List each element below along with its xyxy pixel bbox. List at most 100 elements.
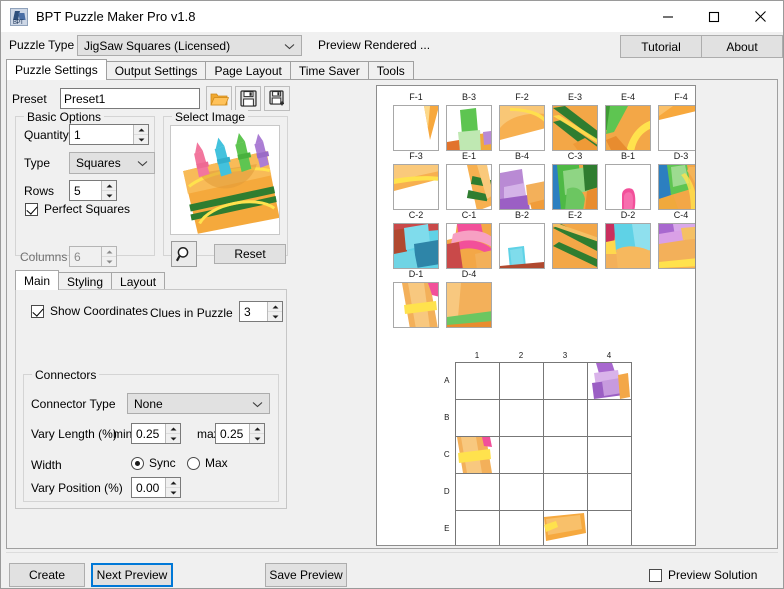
grid-cell[interactable] [455,510,499,546]
grid-cell[interactable] [543,473,587,510]
preview-solution-checkbox[interactable]: Preview Solution [649,568,757,582]
grid-cell[interactable] [587,473,631,510]
show-coordinates-checkbox[interactable]: Show Coordinates [31,304,148,318]
min-up-icon[interactable] [166,424,180,434]
save-preview-button[interactable]: Save Preview [265,563,347,587]
connector-type-select[interactable]: None [127,393,270,414]
max-arrows[interactable] [249,424,264,443]
vary-position-stepper[interactable]: 0.00 [131,477,181,498]
grid-cell[interactable] [455,399,499,436]
piece-thumbnail [658,164,696,210]
vary-length-min-value: 0.25 [132,424,165,443]
about-button[interactable]: About [701,35,783,58]
save-preset-button[interactable] [235,86,261,111]
puzzle-type-select[interactable]: JigSaw Squares (Licensed) [77,35,302,56]
tab-time-saver[interactable]: Time Saver [290,61,369,80]
max-up-icon[interactable] [250,424,264,434]
vary-position-up-icon[interactable] [166,478,180,488]
grid-cell[interactable] [455,473,499,510]
puzzle-piece[interactable]: D-1 [393,282,439,328]
width-sync-radio[interactable]: Sync [131,456,176,470]
subtab-styling[interactable]: Styling [58,272,112,290]
next-preview-button[interactable]: Next Preview [91,563,173,587]
grid-cell[interactable] [499,399,543,436]
grid-cell[interactable] [499,436,543,473]
clues-down-icon[interactable] [268,312,282,321]
tab-output-settings[interactable]: Output Settings [106,61,207,80]
perfect-squares-checkbox[interactable]: Perfect Squares [25,202,130,216]
puzzle-piece[interactable]: E-2 [552,223,598,269]
puzzle-piece[interactable]: B-2 [499,223,545,269]
width-max-radio[interactable]: Max [187,456,228,470]
vary-length-max-stepper[interactable]: 0.25 [215,423,265,444]
tab-tools[interactable]: Tools [368,61,414,80]
puzzle-piece[interactable]: D-3 [658,164,696,210]
puzzle-piece[interactable]: C-3 [552,164,598,210]
tutorial-button[interactable]: Tutorial [620,35,702,58]
puzzle-piece[interactable]: F-3 [393,164,439,210]
vary-position-down-icon[interactable] [166,488,180,497]
preset-input[interactable]: Preset1 [60,88,200,109]
grid-cell[interactable] [499,473,543,510]
grid-cell[interactable] [543,362,587,399]
reset-image-button[interactable]: Reset [214,244,286,264]
clues-up-icon[interactable] [268,302,282,312]
grid-cell[interactable] [543,436,587,473]
maximize-button[interactable] [691,1,737,32]
min-down-icon[interactable] [166,434,180,443]
puzzle-piece[interactable]: F-4 [658,105,696,151]
rows-up-icon[interactable] [102,181,116,191]
close-button[interactable] [737,1,783,32]
tab-puzzle-settings[interactable]: Puzzle Settings [6,59,107,80]
grid-cell[interactable] [543,399,587,436]
puzzle-piece[interactable]: C-1 [446,223,492,269]
quantity-down-icon[interactable] [134,135,148,144]
image-preview[interactable] [170,125,280,235]
create-button[interactable]: Create [9,563,85,587]
preset-label: Preset [12,92,60,106]
quantity-value: 1 [70,125,133,144]
grid-cell[interactable] [499,362,543,399]
puzzle-piece[interactable]: B-3 [446,105,492,151]
rows-arrows[interactable] [101,181,116,200]
puzzle-piece[interactable]: D-4 [446,282,492,328]
puzzle-piece[interactable]: E-1 [446,164,492,210]
subtab-main[interactable]: Main [15,270,59,290]
grid-cell-filled[interactable] [455,436,499,473]
min-arrows[interactable] [165,424,180,443]
clues-arrows[interactable] [267,302,282,321]
vary-position-arrows[interactable] [165,478,180,497]
puzzle-piece[interactable]: F-1 [393,105,439,151]
subtab-layout[interactable]: Layout [111,272,165,290]
rows-down-icon[interactable] [102,191,116,200]
grid-cell[interactable] [587,510,631,546]
puzzle-piece[interactable]: E-4 [605,105,651,151]
quantity-up-icon[interactable] [134,125,148,135]
quantity-stepper[interactable]: 1 [69,124,149,145]
save-as-preset-button[interactable] [264,86,290,111]
vary-length-min-stepper[interactable]: 0.25 [131,423,181,444]
minimize-button[interactable] [645,1,691,32]
grid-cell-filled[interactable] [543,510,587,546]
puzzle-piece[interactable]: B-4 [499,164,545,210]
quantity-arrows[interactable] [133,125,148,144]
puzzle-piece[interactable]: F-2 [499,105,545,151]
preview-pane[interactable]: F-1 B-3 F-2 E-3 [376,85,696,546]
open-preset-button[interactable] [206,86,232,111]
puzzle-piece[interactable]: C-2 [393,223,439,269]
tab-page-layout[interactable]: Page Layout [205,61,290,80]
clues-stepper[interactable]: 3 [239,301,283,322]
puzzle-piece[interactable]: E-3 [552,105,598,151]
puzzle-piece[interactable]: B-1 [605,164,651,210]
type-select[interactable]: Squares [69,152,155,174]
rows-stepper[interactable]: 5 [69,180,117,201]
puzzle-piece[interactable]: D-2 [605,223,651,269]
zoom-image-button[interactable] [171,241,197,267]
grid-cell[interactable] [499,510,543,546]
grid-cell[interactable] [587,399,631,436]
max-down-icon[interactable] [250,434,264,443]
grid-cell[interactable] [455,362,499,399]
grid-cell-filled[interactable] [587,362,631,399]
grid-cell[interactable] [587,436,631,473]
puzzle-piece[interactable]: C-4 [658,223,696,269]
